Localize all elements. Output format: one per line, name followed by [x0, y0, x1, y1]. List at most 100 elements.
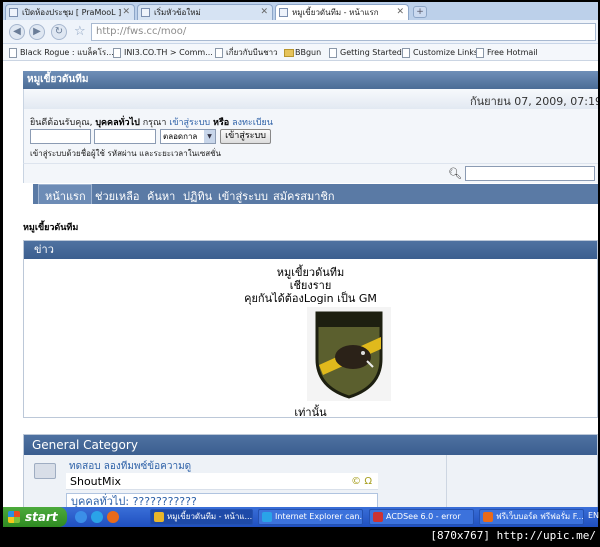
session-value: ตลอดกาล [163, 132, 198, 141]
new-tab-button[interactable]: + [413, 6, 427, 18]
site-title: หมูเขี้ยวดันทีม [23, 71, 598, 89]
nav-login[interactable]: เข้าสู่ระบบ [218, 187, 268, 205]
shout-user: บุคคลทั่วไป: [71, 495, 130, 507]
news-line: คุยกันได้ต้องLogin เป็น GM [244, 292, 377, 305]
general-heading: General Category [24, 435, 597, 455]
bookmark-item[interactable]: Getting Started [329, 46, 402, 59]
bookmark-label: BBgun [295, 48, 322, 57]
task-ie[interactable]: Internet Explorer can... [258, 509, 363, 525]
tab-label: หมูเขี้ยวดันทีม - หน้าแรก [292, 8, 379, 17]
ie-icon[interactable] [91, 511, 103, 523]
bookmark-label: INI3.CO.TH > Comm... [124, 48, 213, 57]
register-link[interactable]: ลงทะเบียน [232, 118, 273, 128]
task-firefox[interactable]: ฟรีเว็บบอร์ด ฟรีฟอรั่ม F... [479, 509, 584, 525]
chevron-down-icon: ▼ [204, 130, 215, 143]
welcome-user: บุคคลทั่วไป [95, 118, 140, 128]
login-link[interactable]: เข้าสู่ระบบ [169, 118, 210, 128]
forum-icon [34, 463, 56, 479]
desktop-icon[interactable] [75, 511, 87, 523]
tab-label: เปิดห้องประชุม [ PraMooL ] [22, 8, 122, 17]
shout-message: บุคคลทั่วไป: ??????????? [66, 493, 378, 507]
task-acdsee[interactable]: ACDSee 6.0 - error [369, 509, 474, 525]
general-body: ทดสอบ ลองทีมพซ์ข้อความดู ShoutMix © Ω บุ… [24, 455, 597, 507]
password-field[interactable] [94, 129, 156, 144]
session-length-select[interactable]: ตลอดกาล ▼ [160, 129, 216, 144]
tab-strip: เปิดห้องประชุม [ PraMooL ] ✕ เริ่มหัวข้อ… [3, 2, 598, 20]
bookmark-label: Customize Links [413, 48, 479, 57]
start-button[interactable]: start [3, 507, 67, 527]
task-browser[interactable]: หมูเขี้ยวดันทีม - หน้าแ... [150, 509, 253, 525]
language-indicator[interactable]: EN [588, 511, 599, 520]
main-nav: หน้าแรก ช่วยเหลือ ค้นหา ปฏิทิน เข้าสู่ระ… [33, 184, 598, 204]
welcome-prefix: ยินดีต้อนรับคุณ, [30, 118, 93, 128]
chrome-icon [154, 512, 164, 522]
bookmarks-bar: Black Rogue : แบล็คโร... INI3.CO.TH > Co… [3, 44, 598, 61]
windows-flag-icon [8, 511, 20, 523]
bookmark-item[interactable]: Customize Links [402, 46, 478, 59]
firefox-icon [483, 512, 493, 522]
browser-window: เปิดห้องประชุม [ PraMooL ] ✕ เริ่มหัวข้อ… [3, 2, 598, 507]
wild-hogs-badge [307, 307, 391, 401]
breadcrumb[interactable]: หมูเขี้ยวดันทีม [23, 220, 78, 234]
news-heading: ข่าว [24, 241, 597, 259]
tab-pramool[interactable]: เปิดห้องประชุม [ PraMooL ] ✕ [5, 4, 135, 20]
general-category: General Category ทดสอบ ลองทีมพซ์ข้อความด… [23, 434, 598, 507]
back-arrow-icon[interactable]: ◀ [9, 24, 25, 40]
url-host: http://fws.cc/ [96, 26, 161, 37]
toolbar: ◀ ▶ ↻ ☆ http://fws.cc/moo/ [3, 20, 598, 44]
bookmark-item[interactable]: เกี่ยวกับบีนชาว [215, 46, 278, 59]
page-icon [215, 48, 223, 58]
nav-register[interactable]: สมัครสมาชิก [273, 187, 335, 205]
firefox-icon[interactable] [107, 511, 119, 523]
bookmark-item[interactable]: Black Rogue : แบล็คโร... [9, 46, 114, 59]
forward-arrow-icon[interactable]: ▶ [29, 24, 45, 40]
task-label: ACDSee 6.0 - error [386, 512, 461, 521]
close-icon[interactable]: ✕ [122, 5, 130, 20]
or-text: หรือ [213, 118, 230, 128]
welcome-text: ยินดีต้อนรับคุณ, บุคคลทั่วไป กรุณา เข้าส… [30, 115, 273, 129]
login-box: ยินดีต้อนรับคุณ, บุคคลทั่วไป กรุณา เข้าส… [23, 109, 598, 163]
close-icon[interactable]: ✕ [260, 5, 268, 20]
bookmark-label: เกี่ยวกับบีนชาว [226, 48, 278, 57]
page-icon [141, 8, 150, 17]
welcome-mid: กรุณา [142, 118, 167, 128]
close-icon[interactable]: ✕ [396, 5, 404, 20]
bookmark-item[interactable]: Free Hotmail [476, 46, 538, 59]
tab-active-home[interactable]: หมูเขี้ยวดันทีม - หน้าแรก ✕ [275, 4, 409, 20]
task-label: หมูเขี้ยวดันทีม - หน้าแ... [167, 512, 253, 521]
copyright-icon[interactable]: © Ω [351, 473, 372, 490]
page-icon [9, 48, 17, 58]
ie-icon [262, 512, 272, 522]
nav-help[interactable]: ช่วยเหลือ [95, 187, 139, 205]
login-button[interactable]: เข้าสู่ระบบ [220, 129, 271, 144]
url-path: moo/ [160, 26, 187, 37]
bookmark-label: Getting Started [340, 48, 402, 57]
tab-new-topic[interactable]: เริ่มหัวข้อใหม่ ✕ [137, 4, 273, 20]
star-icon[interactable]: ☆ [74, 24, 86, 39]
search-icon[interactable]: 🔍︎ [448, 167, 462, 180]
page-icon [279, 8, 288, 17]
tab-label: เริ่มหัวข้อใหม่ [154, 8, 201, 17]
forum-link[interactable]: ทดสอบ ลองทีมพซ์ข้อความดู [69, 459, 191, 474]
username-field[interactable] [30, 129, 91, 144]
boar-shield-icon [315, 311, 383, 399]
search-input[interactable] [465, 166, 595, 181]
shoutmix-box: ShoutMix © Ω [66, 473, 378, 490]
bookmark-label: Black Rogue : แบล็คโร... [20, 48, 114, 57]
page-icon [476, 48, 484, 58]
task-label: Internet Explorer can... [275, 512, 363, 521]
nav-home[interactable]: หน้าแรก [45, 187, 86, 205]
reload-icon[interactable]: ↻ [51, 24, 67, 40]
nav-calendar[interactable]: ปฏิทิน [183, 187, 212, 205]
bookmark-label: Free Hotmail [487, 48, 538, 57]
current-date: กันยายน 07, 2009, 07:19 [470, 95, 598, 108]
screenshot-frame: เปิดห้องประชุม [ PraMooL ] ✕ เริ่มหัวข้อ… [0, 0, 600, 547]
date-bar: กันยายน 07, 2009, 07:19 [23, 89, 598, 109]
login-note: เข้าสู่ระบบด้วยชื่อผู้ใช้ รหัสผ่าน และระ… [30, 149, 222, 158]
page-icon [9, 8, 18, 17]
news-footer: เท่านั้น [294, 406, 327, 419]
bookmark-item[interactable]: INI3.CO.TH > Comm... [113, 46, 213, 59]
address-bar[interactable]: http://fws.cc/moo/ [91, 23, 596, 41]
bookmark-item[interactable]: BBgun [284, 46, 321, 59]
nav-search[interactable]: ค้นหา [147, 187, 175, 205]
